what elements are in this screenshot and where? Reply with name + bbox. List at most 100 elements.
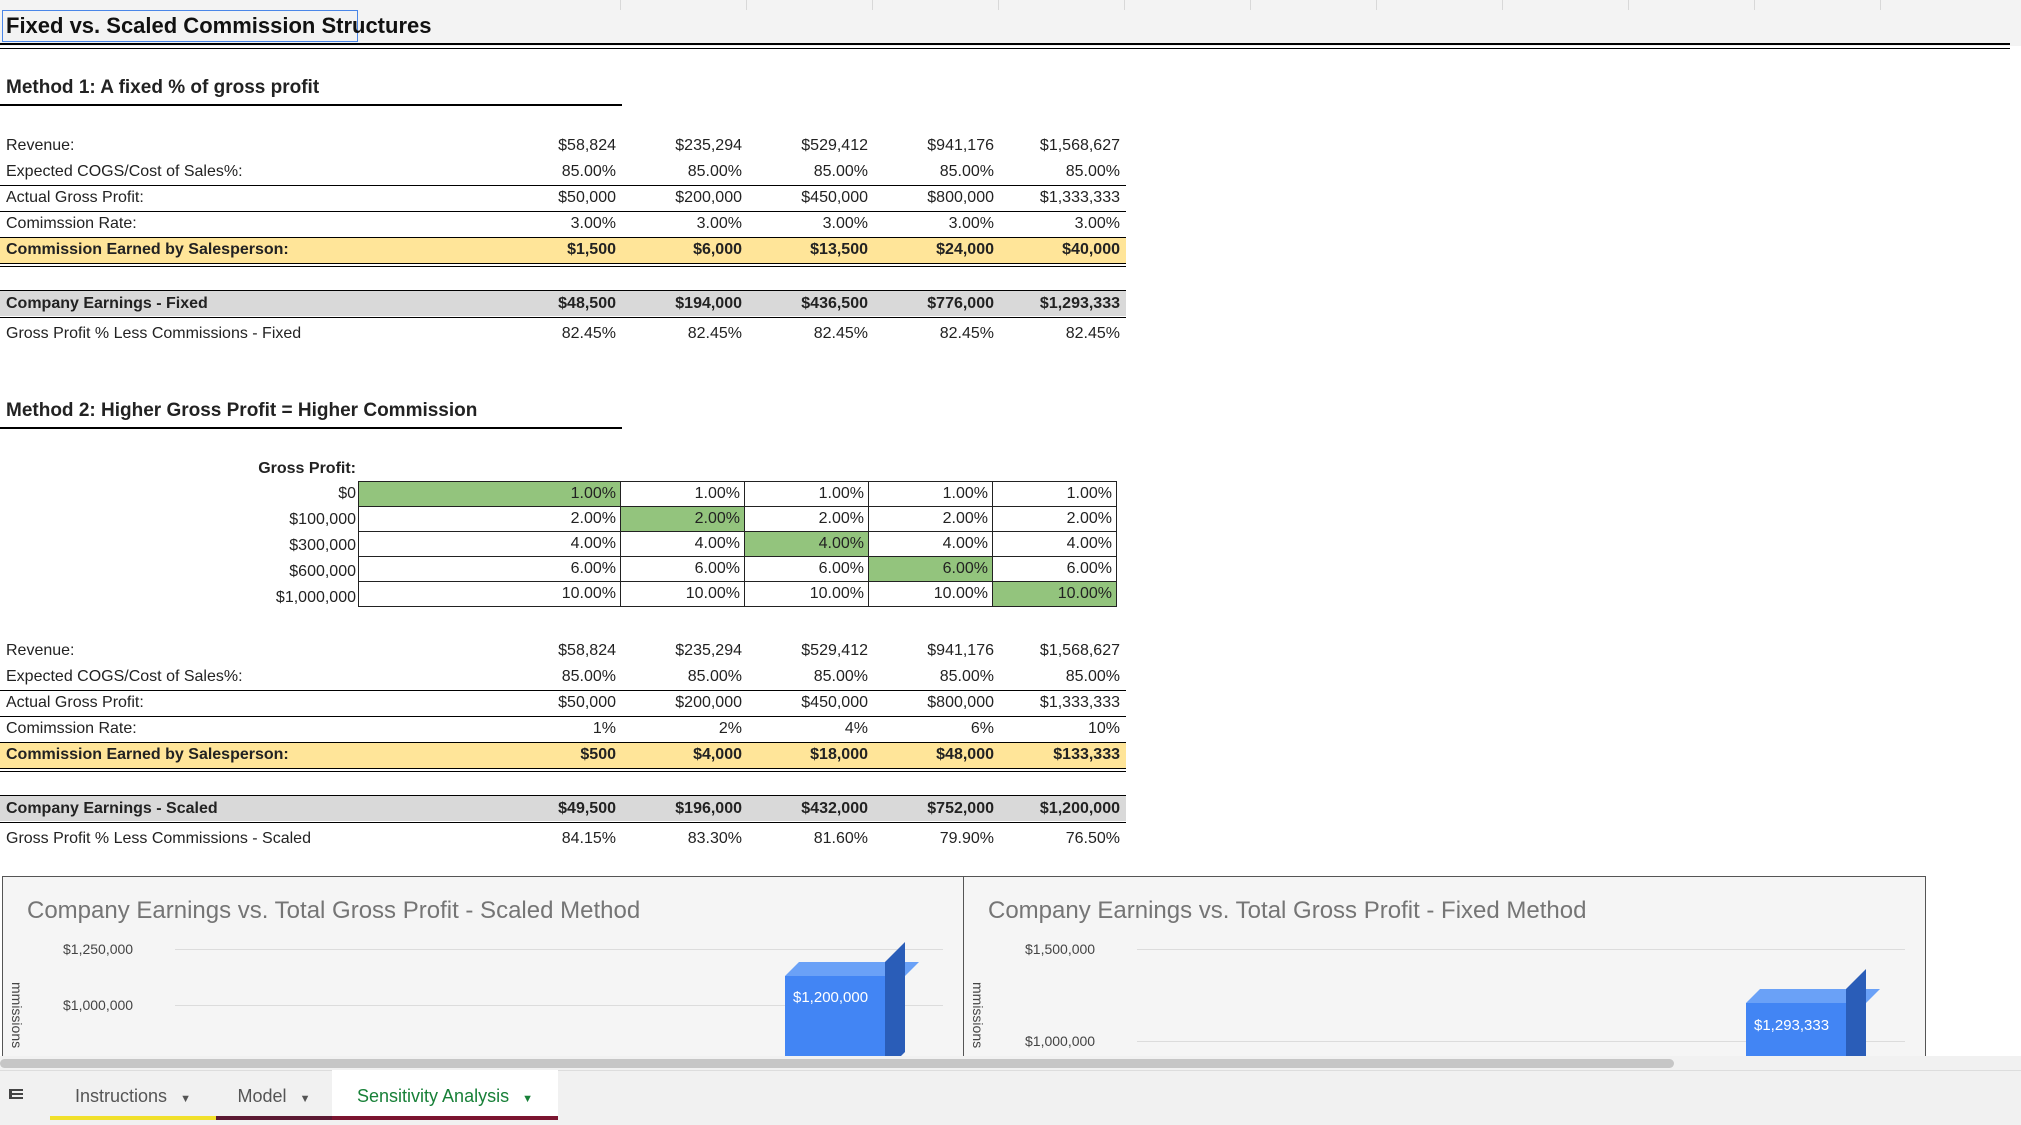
row-label[interactable]: Company Earnings - Fixed [6, 294, 208, 314]
row-value[interactable]: 10% [990, 719, 1120, 739]
grid-cell[interactable]: 2.00% [868, 506, 993, 532]
row-value[interactable]: 82.45% [612, 324, 742, 344]
sheet-title[interactable]: Fixed vs. Scaled Commission Structures [6, 13, 431, 39]
row-value[interactable]: 1% [486, 719, 616, 739]
row-label[interactable]: Expected COGS/Cost of Sales%: [6, 667, 243, 687]
row-value[interactable]: 79.90% [864, 829, 994, 849]
row-value[interactable]: 85.00% [486, 667, 616, 687]
grid-cell[interactable]: 2.00% [992, 506, 1117, 532]
row-value[interactable]: $235,294 [612, 136, 742, 156]
chart-scaled-method[interactable]: Company Earnings vs. Total Gross Profit … [2, 876, 964, 1062]
row-value[interactable]: $194,000 [612, 294, 742, 314]
row-value[interactable]: $941,176 [864, 136, 994, 156]
row-value[interactable]: $1,568,627 [990, 641, 1120, 661]
tier-label[interactable]: $300,000 [230, 536, 356, 556]
row-value[interactable]: $200,000 [612, 188, 742, 208]
scrollbar-thumb[interactable] [0, 1059, 1674, 1068]
row-value[interactable]: $432,000 [738, 799, 868, 819]
row-value[interactable]: 85.00% [612, 162, 742, 182]
row-value[interactable]: 76.50% [990, 829, 1120, 849]
row-value[interactable]: $235,294 [612, 641, 742, 661]
row-value[interactable]: 83.30% [612, 829, 742, 849]
row-label[interactable]: Expected COGS/Cost of Sales%: [6, 162, 243, 182]
row-value[interactable]: $800,000 [864, 188, 994, 208]
grid-cell[interactable]: 2.00% [744, 506, 869, 532]
row-value[interactable]: 4% [738, 719, 868, 739]
row-value[interactable]: $6,000 [612, 240, 742, 260]
row-label[interactable]: Actual Gross Profit: [6, 188, 144, 208]
sheets-list-icon[interactable] [8, 1086, 24, 1102]
row-label[interactable]: Comimssion Rate: [6, 719, 137, 739]
row-value[interactable]: $196,000 [612, 799, 742, 819]
row-value[interactable]: 3.00% [864, 214, 994, 234]
tab-instructions[interactable]: Instructions ▼ [50, 1070, 216, 1120]
row-value[interactable]: $1,333,333 [990, 693, 1120, 713]
row-value[interactable]: $1,200,000 [990, 799, 1120, 819]
grid-cell[interactable]: 1.00% [358, 481, 621, 507]
row-value[interactable]: $24,000 [864, 240, 994, 260]
row-value[interactable]: 82.45% [486, 324, 616, 344]
row-value[interactable]: $776,000 [864, 294, 994, 314]
row-value[interactable]: 85.00% [738, 667, 868, 687]
grid-cell[interactable]: 4.00% [992, 531, 1117, 557]
triangle-down-icon[interactable]: ▼ [180, 1093, 191, 1105]
row-value[interactable]: $133,333 [990, 745, 1120, 765]
grid-cell[interactable]: 4.00% [744, 531, 869, 557]
grid-cell[interactable]: 2.00% [620, 506, 745, 532]
row-value[interactable]: 81.60% [738, 829, 868, 849]
row-value[interactable]: $1,500 [486, 240, 616, 260]
tier-label[interactable]: $100,000 [230, 510, 356, 530]
grid-cell[interactable]: 6.00% [992, 556, 1117, 582]
row-value[interactable]: $1,293,333 [990, 294, 1120, 314]
method2-heading[interactable]: Method 2: Higher Gross Profit = Higher C… [6, 401, 477, 421]
grid-cell[interactable]: 1.00% [992, 481, 1117, 507]
row-value[interactable]: 85.00% [864, 162, 994, 182]
row-value[interactable]: $58,824 [486, 136, 616, 156]
row-value[interactable]: 82.45% [864, 324, 994, 344]
row-value[interactable]: $50,000 [486, 188, 616, 208]
row-value[interactable]: $529,412 [738, 641, 868, 661]
row-value[interactable]: $752,000 [864, 799, 994, 819]
row-label[interactable]: Revenue: [6, 136, 75, 156]
grid-cell[interactable]: 10.00% [868, 581, 993, 607]
row-value[interactable]: $13,500 [738, 240, 868, 260]
row-value[interactable]: $40,000 [990, 240, 1120, 260]
row-value[interactable]: $200,000 [612, 693, 742, 713]
row-value[interactable]: $941,176 [864, 641, 994, 661]
row-value[interactable]: 2% [612, 719, 742, 739]
chart-fixed-method[interactable]: Company Earnings vs. Total Gross Profit … [963, 876, 1926, 1062]
grid-cell[interactable]: 2.00% [358, 506, 621, 532]
row-value[interactable]: $18,000 [738, 745, 868, 765]
grid-cell[interactable]: 1.00% [620, 481, 745, 507]
grid-cell[interactable]: 4.00% [620, 531, 745, 557]
row-value[interactable]: 85.00% [864, 667, 994, 687]
row-value[interactable]: 85.00% [738, 162, 868, 182]
tier-label[interactable]: $600,000 [230, 562, 356, 582]
grid-cell[interactable]: 10.00% [744, 581, 869, 607]
grid-cell[interactable]: 6.00% [620, 556, 745, 582]
grid-cell[interactable]: 4.00% [868, 531, 993, 557]
row-value[interactable]: 3.00% [486, 214, 616, 234]
row-value[interactable]: $48,500 [486, 294, 616, 314]
row-value[interactable]: $58,824 [486, 641, 616, 661]
tier-label[interactable]: $1,000,000 [230, 588, 356, 608]
grid-cell[interactable]: 6.00% [868, 556, 993, 582]
grid-cell[interactable]: 10.00% [358, 581, 621, 607]
row-value[interactable]: $500 [486, 745, 616, 765]
row-value[interactable]: 85.00% [612, 667, 742, 687]
triangle-down-icon[interactable]: ▼ [522, 1093, 533, 1105]
row-value[interactable]: $436,500 [738, 294, 868, 314]
row-value[interactable]: $4,000 [612, 745, 742, 765]
row-label[interactable]: Commission Earned by Salesperson: [6, 240, 289, 260]
row-value[interactable]: 3.00% [738, 214, 868, 234]
row-value[interactable]: $50,000 [486, 693, 616, 713]
row-label[interactable]: Company Earnings - Scaled [6, 799, 218, 819]
row-value[interactable]: 82.45% [990, 324, 1120, 344]
row-value[interactable]: 85.00% [486, 162, 616, 182]
row-value[interactable]: 6% [864, 719, 994, 739]
row-value[interactable]: 85.00% [990, 162, 1120, 182]
row-value[interactable]: $800,000 [864, 693, 994, 713]
row-value[interactable]: 3.00% [990, 214, 1120, 234]
row-value[interactable]: $450,000 [738, 693, 868, 713]
row-value[interactable]: $1,333,333 [990, 188, 1120, 208]
